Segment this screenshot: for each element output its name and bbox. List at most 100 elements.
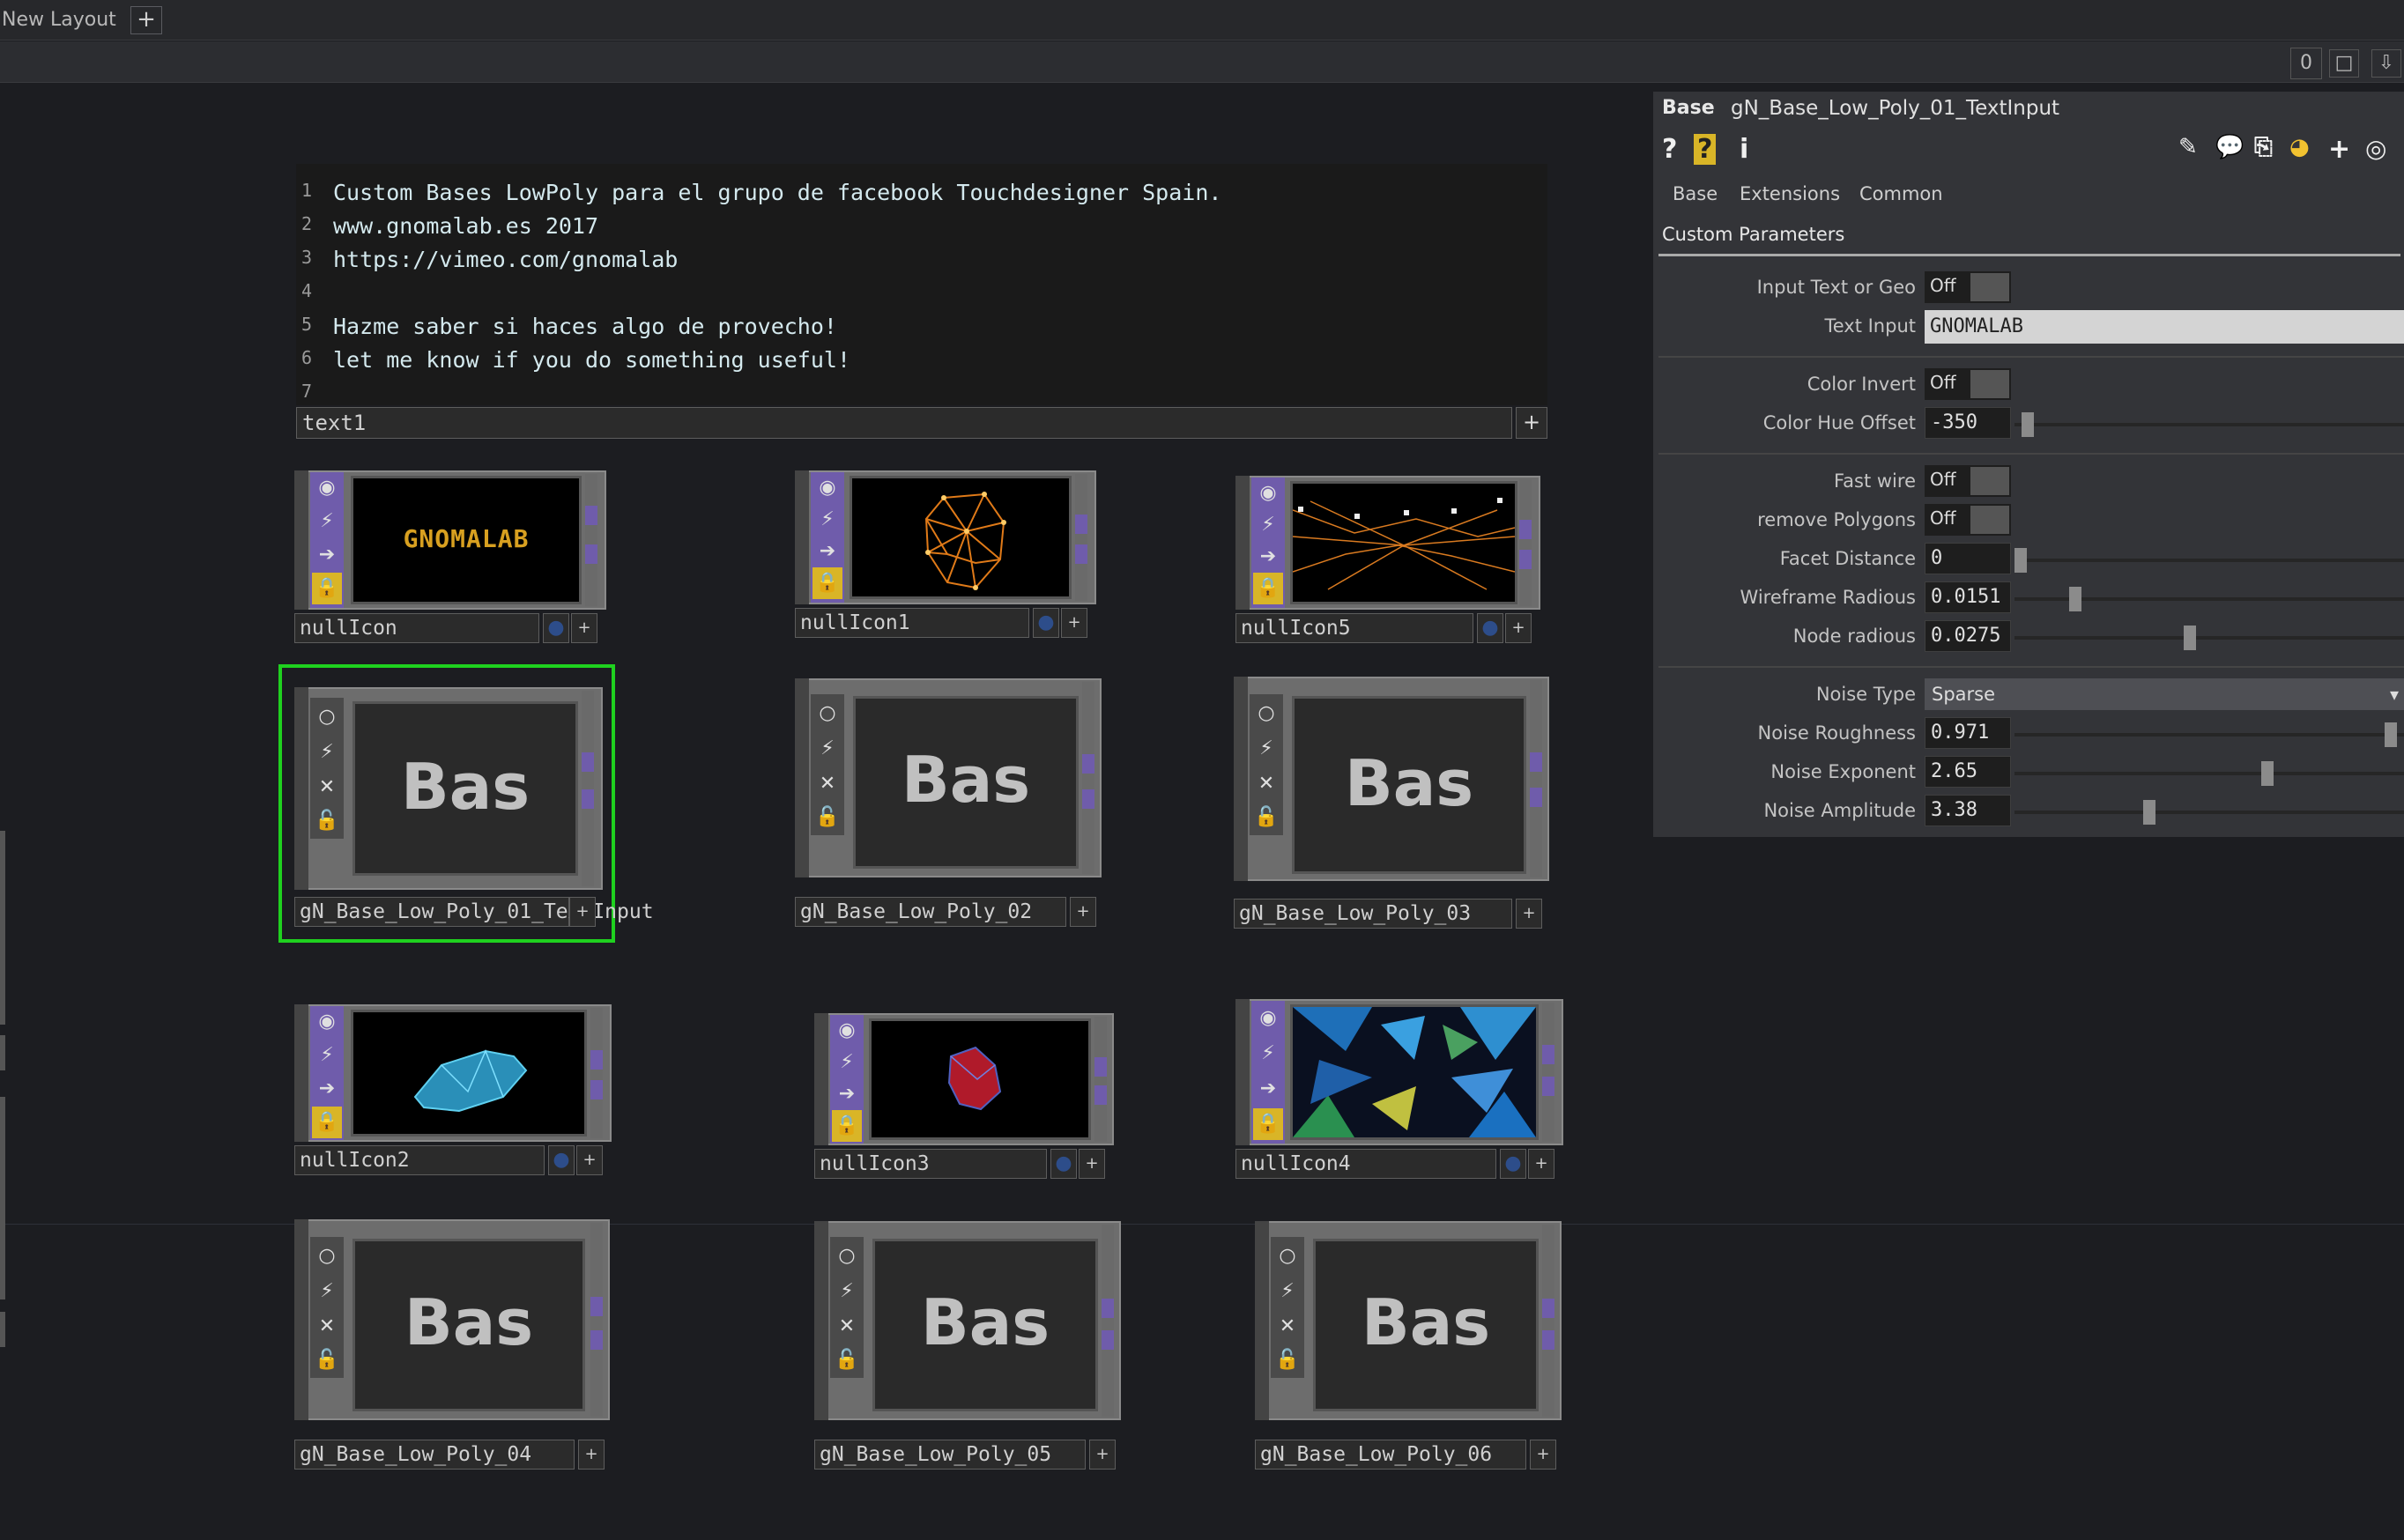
close-icon[interactable]: ✕: [1251, 768, 1281, 800]
node-bypass-button[interactable]: ●: [543, 613, 569, 643]
slider-knob[interactable]: [2014, 548, 2027, 573]
wire-flag-icon[interactable]: ⚡: [812, 504, 842, 536]
close-icon[interactable]: ✕: [812, 768, 842, 800]
node-bypass-button[interactable]: ●: [548, 1145, 575, 1175]
output-connector[interactable]: [1102, 1330, 1114, 1350]
display-flag-icon[interactable]: ➔: [832, 1078, 862, 1110]
base-comp-05[interactable]: ○ ⚡ ✕ 🔓 Bas gN_Base_Low_Poly_05 +: [814, 1221, 1121, 1475]
facet-distance-field[interactable]: 0: [1925, 543, 2011, 574]
base-comp-03[interactable]: ○ ⚡ ✕ 🔓 Bas gN_Base_Low_Poly_03 +: [1234, 677, 1549, 932]
lock-icon[interactable]: 🔒: [312, 573, 342, 604]
remove-polygons-toggle[interactable]: Off: [1925, 504, 2011, 536]
lock-icon[interactable]: 🔒: [832, 1110, 862, 1142]
lock-icon[interactable]: 🔒: [812, 567, 842, 599]
base-comp-04[interactable]: ○ ⚡ ✕ 🔓 Bas gN_Base_Low_Poly_04 +: [294, 1219, 610, 1473]
output-connector[interactable]: [1075, 544, 1087, 564]
window-icon[interactable]: □: [2329, 49, 2359, 78]
slider-knob[interactable]: [2069, 587, 2081, 611]
node-radious-field[interactable]: 0.0275: [1925, 620, 2011, 652]
color-hue-offset-field[interactable]: -350: [1925, 407, 2011, 439]
output-connector[interactable]: [590, 1330, 603, 1350]
node-radious-slider[interactable]: [2014, 626, 2404, 650]
unlock-icon[interactable]: 🔓: [832, 1344, 862, 1376]
display-flag-icon[interactable]: ➔: [812, 536, 842, 567]
slider-knob[interactable]: [2385, 722, 2397, 747]
viewer-flag-icon[interactable]: ○: [832, 1240, 862, 1272]
node-expand-button[interactable]: +: [1070, 897, 1096, 927]
wire-flag-icon[interactable]: ⚡: [312, 1040, 342, 1071]
output-connector[interactable]: [582, 789, 594, 809]
target-icon[interactable]: ◎: [2365, 134, 2386, 163]
display-flag-icon[interactable]: ➔: [312, 1073, 342, 1105]
close-icon[interactable]: ✕: [1272, 1311, 1302, 1343]
output-connector[interactable]: [1530, 788, 1542, 807]
comment-icon[interactable]: 💬: [2215, 134, 2244, 160]
node-name[interactable]: gN_Base_Low_Poly_01_TextInput: [294, 897, 654, 927]
wire-flag-icon[interactable]: ⚡: [1253, 509, 1283, 541]
viewer-flag-icon[interactable]: ○: [312, 701, 342, 733]
viewer-flag-icon[interactable]: ○: [1272, 1240, 1302, 1272]
node-name[interactable]: nullIcon: [294, 613, 539, 643]
null-bottom-node[interactable]: ◉ ⚡ ➔ 🔒 nullIcon2 ● +: [294, 1004, 612, 1181]
node-bypass-button[interactable]: ●: [1500, 1149, 1526, 1179]
close-icon[interactable]: ✕: [312, 772, 342, 803]
output-connector[interactable]: [585, 506, 597, 525]
node-name[interactable]: nullIcon3: [814, 1149, 1047, 1179]
help-icon[interactable]: ?: [1662, 134, 1677, 165]
wire-flag-icon[interactable]: ⚡: [1272, 1276, 1302, 1307]
node-name[interactable]: gN_Base_Low_Poly_02: [795, 897, 1066, 927]
output-connector[interactable]: [1094, 1085, 1107, 1105]
base-comp-06[interactable]: ○ ⚡ ✕ 🔓 Bas gN_Base_Low_Poly_06 +: [1255, 1221, 1562, 1475]
wire-flag-icon[interactable]: ⚡: [312, 737, 342, 768]
output-connector[interactable]: [1082, 789, 1094, 809]
node-name[interactable]: gN_Base_Low_Poly_06: [1255, 1440, 1526, 1470]
add-layout-button[interactable]: +: [130, 6, 162, 34]
display-flag-icon[interactable]: ➔: [312, 539, 342, 571]
viewer-flag-icon[interactable]: ◉: [1253, 1003, 1283, 1034]
output-connector[interactable]: [590, 1050, 603, 1070]
layout-tab[interactable]: New Layout: [2, 9, 116, 31]
operator-path[interactable]: gN_Base_Low_Poly_01_TextInput: [1731, 97, 2059, 120]
viewer-flag-icon[interactable]: ○: [812, 698, 842, 729]
node-name[interactable]: gN_Base_Low_Poly_04: [294, 1440, 575, 1470]
viewer-flag-icon[interactable]: ◉: [832, 1015, 862, 1047]
node-expand-button[interactable]: +: [1061, 608, 1087, 638]
output-connector[interactable]: [585, 544, 597, 564]
output-connector[interactable]: [1542, 1299, 1554, 1318]
node-name[interactable]: gN_Base_Low_Poly_05: [814, 1440, 1086, 1470]
node-expand-button[interactable]: +: [576, 1145, 603, 1175]
slider-knob[interactable]: [2143, 800, 2155, 825]
wireframe-radious-slider[interactable]: [2014, 587, 2404, 611]
wire-flag-icon[interactable]: ⚡: [1251, 733, 1281, 765]
node-bypass-button[interactable]: ●: [1477, 613, 1503, 643]
noise-exponent-slider[interactable]: [2014, 761, 2404, 786]
help-python-icon[interactable]: ?: [1694, 134, 1717, 165]
tab-extensions[interactable]: Extensions: [1740, 183, 1840, 204]
node-expand-button[interactable]: +: [1528, 1149, 1554, 1179]
viewer-flag-icon[interactable]: ○: [312, 1240, 342, 1272]
lock-icon[interactable]: 🔒: [1253, 1108, 1283, 1140]
node-expand-button[interactable]: +: [1516, 899, 1542, 929]
slider-knob[interactable]: [2184, 626, 2196, 650]
noise-amplitude-slider[interactable]: [2014, 800, 2404, 825]
null-bottom-node[interactable]: ◉ ⚡ ➔ 🔒 nullIcon3 ● +: [814, 1013, 1114, 1184]
node-name[interactable]: nullIcon4: [1235, 1149, 1496, 1179]
tab-custom-parameters[interactable]: Custom Parameters: [1662, 224, 1844, 245]
node-expand-button[interactable]: +: [571, 613, 597, 643]
text-dat-name[interactable]: text1: [296, 407, 1512, 439]
node-expand-button[interactable]: +: [1530, 1440, 1556, 1470]
unlock-icon[interactable]: 🔓: [312, 1344, 342, 1376]
unlock-icon[interactable]: 🔓: [812, 802, 842, 833]
display-flag-icon[interactable]: ➔: [1253, 541, 1283, 573]
close-icon[interactable]: ✕: [832, 1311, 862, 1343]
unlock-icon[interactable]: 🔓: [1272, 1344, 1302, 1376]
base-comp-01[interactable]: ○ ⚡ ✕ 🔓 Bas gN_Base_Low_Poly_01_TextInpu…: [294, 678, 654, 930]
close-icon[interactable]: ✕: [312, 1311, 342, 1343]
output-connector[interactable]: [1094, 1057, 1107, 1077]
node-name[interactable]: nullIcon1: [795, 608, 1029, 638]
clone-icon[interactable]: ⎘: [2254, 134, 2273, 161]
output-connector[interactable]: [1102, 1299, 1114, 1318]
noise-roughness-field[interactable]: 0.971: [1925, 717, 2011, 749]
wire-flag-icon[interactable]: ⚡: [312, 1276, 342, 1307]
null-top-node[interactable]: ◉ ⚡ ➔ 🔒 nullIcon1 ● +: [795, 470, 1096, 643]
